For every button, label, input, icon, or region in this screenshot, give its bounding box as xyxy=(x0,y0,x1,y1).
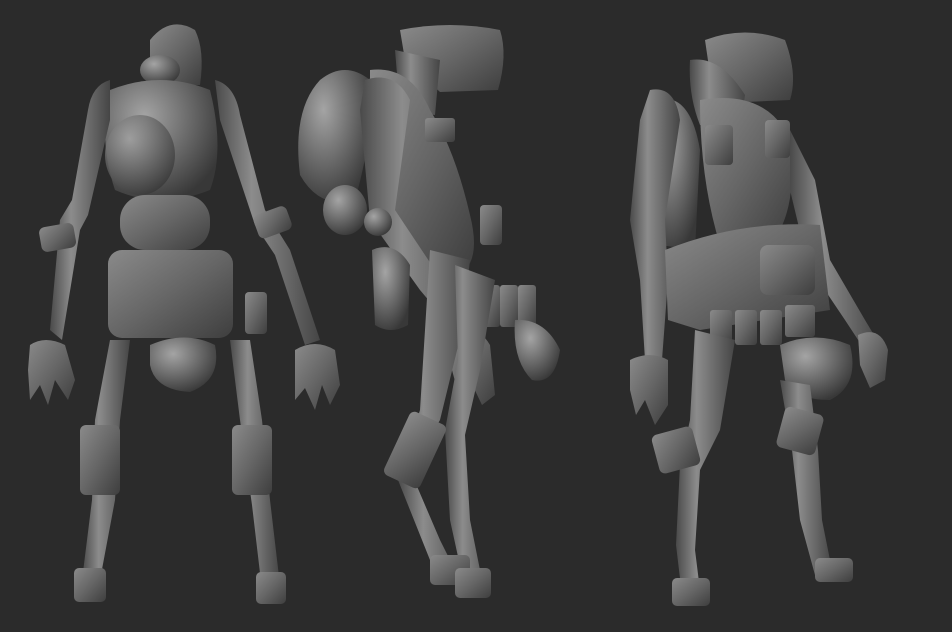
sculpt-viewport xyxy=(0,0,952,632)
tq-canister-2 xyxy=(735,310,757,345)
belt-clip xyxy=(480,205,502,245)
left-foot xyxy=(74,568,106,602)
right-shin-guard xyxy=(232,425,272,495)
backpack-bulge xyxy=(105,115,175,195)
tq-right-foot xyxy=(815,558,853,582)
elbow-joint xyxy=(364,208,392,236)
tq-left-foot xyxy=(672,578,710,606)
tq-side-box xyxy=(785,305,815,337)
hip-box xyxy=(108,250,233,338)
left-shin-guard xyxy=(80,425,120,495)
hip-pouch xyxy=(245,292,267,334)
chest-plate xyxy=(425,118,455,142)
tq-canister-3 xyxy=(760,310,782,345)
tool-pouch xyxy=(372,247,410,330)
side-foot-back xyxy=(455,568,491,598)
chest-pocket-right xyxy=(765,120,790,158)
chest-pocket-left xyxy=(705,125,733,165)
torso-roll xyxy=(120,195,210,250)
belt-pouch xyxy=(760,245,815,295)
back-sack-lower xyxy=(323,185,367,235)
render-canvas xyxy=(0,0,952,632)
right-foot xyxy=(256,572,286,604)
